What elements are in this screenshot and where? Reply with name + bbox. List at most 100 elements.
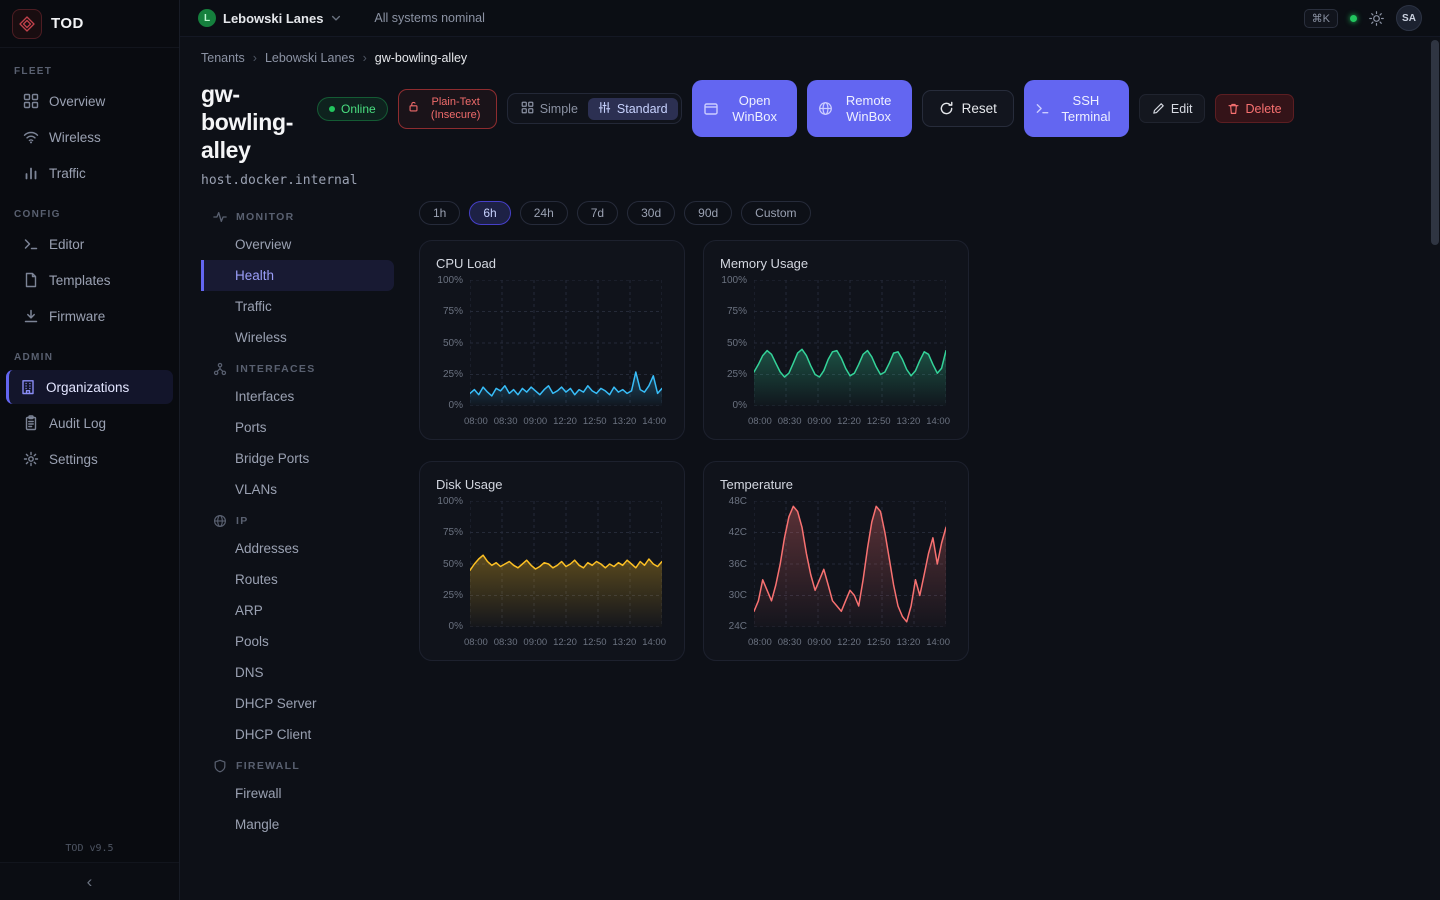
subnav-item-addresses[interactable]: Addresses [201, 533, 394, 564]
time-range-24h[interactable]: 24h [520, 201, 568, 225]
breadcrumb-tenant[interactable]: Lebowski Lanes [265, 51, 355, 65]
temperature-chart: 48C42C36C30C24C 08:0008:3009:0012:2012:5… [720, 501, 952, 648]
sidebar: TOD FLEET Overview Wireless Traffic CONF… [0, 0, 180, 900]
subnav-item-dns[interactable]: DNS [201, 657, 394, 688]
subnav-item-overview[interactable]: Overview [201, 229, 394, 260]
reset-button[interactable]: Reset [922, 90, 1014, 127]
chart-card-memory-usage: Memory Usage 100%75%50%25%0% 08:0008:300… [703, 240, 969, 440]
scrollbar[interactable] [1430, 37, 1440, 900]
delete-button[interactable]: Delete [1215, 94, 1293, 123]
sidebar-item-label: Traffic [49, 166, 86, 181]
subnav-item-mangle[interactable]: Mangle [201, 809, 394, 840]
device-subnav: MONITOR Overview Health Traffic Wireless… [201, 201, 394, 840]
subnav-item-dhcp-server[interactable]: DHCP Server [201, 688, 394, 719]
time-range-30d[interactable]: 30d [627, 201, 675, 225]
sidebar-footer: TOD v9.5 ‹ [0, 835, 179, 900]
open-winbox-button[interactable]: Open WinBox [692, 80, 797, 137]
sidebar-item-firmware[interactable]: Firmware [6, 299, 173, 333]
tenant-selector[interactable]: L Lebowski Lanes [198, 9, 342, 27]
chart-title: Temperature [720, 477, 952, 492]
chart-card-cpu-load: CPU Load 100%75%50%25%0% 08:0008:3009:00… [419, 240, 685, 440]
view-mode-toggle: Simple Standard [507, 93, 682, 124]
sidebar-item-audit-log[interactable]: Audit Log [6, 406, 173, 440]
subnav-item-vlans[interactable]: VLANs [201, 474, 394, 505]
sidebar-item-overview[interactable]: Overview [6, 84, 173, 118]
edit-button[interactable]: Edit [1139, 94, 1206, 123]
gear-icon [23, 451, 39, 467]
chart-title: Disk Usage [436, 477, 668, 492]
health-status-dot [1350, 15, 1357, 22]
subnav-item-firewall[interactable]: Firewall [201, 778, 394, 809]
chart-card-disk-usage: Disk Usage 100%75%50%25%0% 08:0008:3009:… [419, 461, 685, 661]
subnav-item-bridge-ports[interactable]: Bridge Ports [201, 443, 394, 474]
time-range-1h[interactable]: 1h [419, 201, 460, 225]
time-range-selector: 1h 6h 24h 7d 30d 90d Custom [419, 201, 969, 225]
chevron-down-icon [330, 12, 342, 24]
online-dot [329, 106, 335, 112]
collapse-sidebar-button[interactable]: ‹ [0, 862, 179, 900]
subnav-item-wireless[interactable]: Wireless [201, 322, 394, 353]
subnav-item-traffic[interactable]: Traffic [201, 291, 394, 322]
view-mode-standard[interactable]: Standard [588, 98, 678, 120]
time-range-7d[interactable]: 7d [577, 201, 618, 225]
shield-icon [213, 759, 227, 773]
view-mode-simple[interactable]: Simple [511, 98, 588, 120]
subnav-item-interfaces[interactable]: Interfaces [201, 381, 394, 412]
sidebar-item-organizations[interactable]: Organizations [6, 370, 173, 404]
topbar-right: ⌘K SA [1304, 5, 1422, 31]
chevron-right-icon: › [363, 51, 367, 65]
time-range-custom[interactable]: Custom [741, 201, 810, 225]
sidebar-section-admin: ADMIN [14, 352, 165, 363]
user-avatar[interactable]: SA [1396, 5, 1422, 31]
sidebar-item-label: Editor [49, 237, 84, 252]
y-axis-labels: 48C42C36C30C24C [720, 496, 754, 632]
globe-icon [818, 101, 833, 116]
subnav-group-firewall: FIREWALL [201, 750, 394, 778]
building-icon [20, 379, 36, 395]
x-axis-labels: 08:0008:3009:0012:2012:5013:2014:00 [748, 637, 950, 648]
file-icon [23, 272, 39, 288]
sidebar-item-label: Organizations [46, 380, 129, 395]
sun-icon [1369, 11, 1384, 26]
subnav-item-arp[interactable]: ARP [201, 595, 394, 626]
subnav-item-health[interactable]: Health [201, 260, 394, 291]
chart-title: Memory Usage [720, 256, 952, 271]
sidebar-item-settings[interactable]: Settings [6, 442, 173, 476]
insecure-badge: Plain-Text (Insecure) [398, 89, 497, 129]
tenant-avatar: L [198, 9, 216, 27]
breadcrumb: Tenants › Lebowski Lanes › gw-bowling-al… [201, 51, 1416, 65]
command-palette-shortcut[interactable]: ⌘K [1304, 9, 1338, 28]
theme-toggle-button[interactable] [1369, 11, 1384, 26]
sidebar-section-fleet: FLEET [14, 66, 165, 77]
memory-usage-chart: 100%75%50%25%0% 08:0008:3009:0012:2012:5… [720, 280, 952, 427]
sidebar-item-editor[interactable]: Editor [6, 227, 173, 261]
page-content: Tenants › Lebowski Lanes › gw-bowling-al… [180, 37, 1440, 900]
subnav-item-routes[interactable]: Routes [201, 564, 394, 595]
time-range-6h[interactable]: 6h [469, 201, 510, 225]
remote-winbox-button[interactable]: Remote WinBox [807, 80, 912, 137]
page-title: gw-bowling-alley [201, 80, 295, 164]
subnav-item-pools[interactable]: Pools [201, 626, 394, 657]
sidebar-item-wireless[interactable]: Wireless [6, 120, 173, 154]
y-axis-labels: 100%75%50%25%0% [436, 275, 470, 411]
ssh-terminal-button[interactable]: SSH Terminal [1024, 80, 1129, 137]
subnav-item-ports[interactable]: Ports [201, 412, 394, 443]
breadcrumb-tenants[interactable]: Tenants [201, 51, 245, 65]
status-badge-online: Online [317, 97, 388, 121]
scrollbar-thumb[interactable] [1431, 40, 1439, 245]
unlock-icon [408, 101, 419, 116]
app-logo-icon [12, 9, 42, 39]
grid-icon [521, 101, 534, 117]
globe-icon [213, 514, 227, 528]
chart-card-temperature: Temperature 48C42C36C30C24C 08:0008:3009… [703, 461, 969, 661]
sidebar-item-templates[interactable]: Templates [6, 263, 173, 297]
sidebar-item-traffic[interactable]: Traffic [6, 156, 173, 190]
trash-icon [1227, 102, 1240, 115]
pencil-icon [1152, 102, 1165, 115]
download-icon [23, 308, 39, 324]
app-name: TOD [51, 15, 84, 32]
terminal-icon [1035, 101, 1050, 116]
subnav-item-dhcp-client[interactable]: DHCP Client [201, 719, 394, 750]
sidebar-item-label: Wireless [49, 130, 101, 145]
time-range-90d[interactable]: 90d [684, 201, 732, 225]
